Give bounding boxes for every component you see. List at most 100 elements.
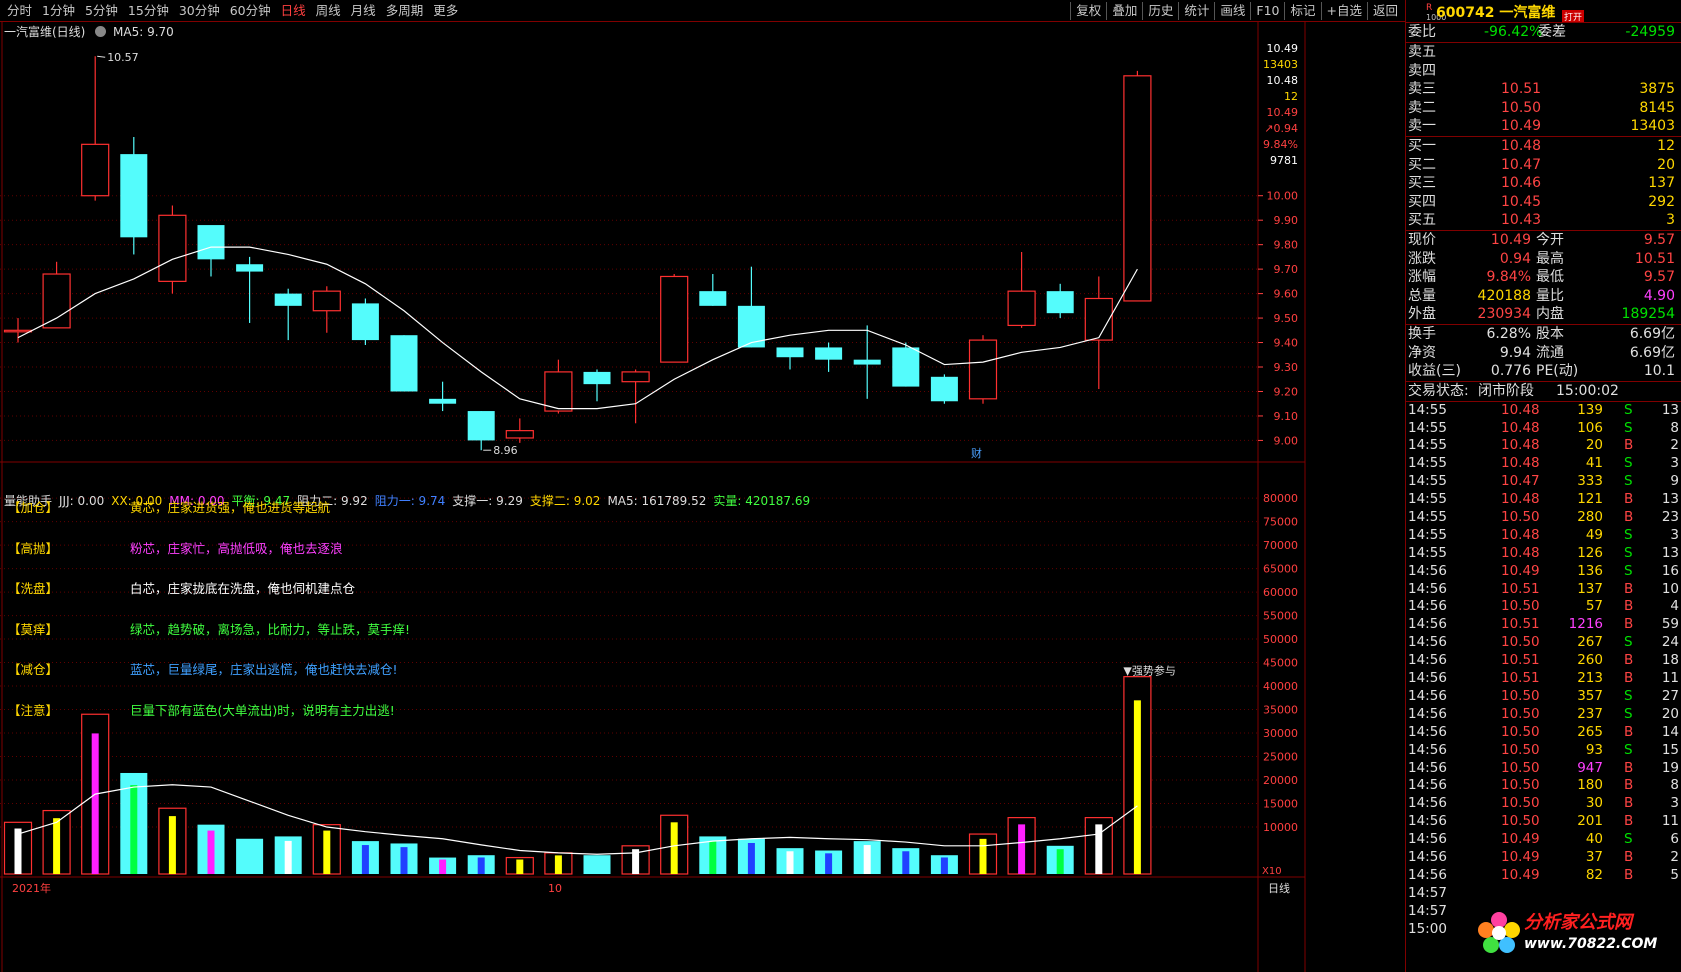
action-button-7[interactable]: +自选	[1320, 2, 1367, 20]
tick-row[interactable]: 14:55 10.48 139 S 13	[1406, 402, 1681, 420]
candle-body	[1084, 297, 1113, 341]
tick-row[interactable]: 14:56 10.50 947 B 19	[1406, 760, 1681, 778]
period-tab-8[interactable]: 月线	[346, 2, 381, 20]
tick-row[interactable]: 14:55 10.48 121 B 13	[1406, 491, 1681, 509]
quote-value: 6.69亿	[1629, 325, 1675, 342]
tick-row[interactable]: 14:55 10.48 126 S 13	[1406, 545, 1681, 563]
tick-n: 18	[1661, 652, 1679, 669]
action-button-4[interactable]: 画线	[1214, 2, 1250, 20]
tick-t: 14:55	[1408, 509, 1447, 526]
tick-row[interactable]: 14:55 10.48 106 S 8	[1406, 420, 1681, 438]
tick-t: 14:56	[1408, 813, 1447, 830]
tick-row[interactable]: 14:56 10.49 37 B 2	[1406, 849, 1681, 867]
period-tab-0[interactable]: 分时	[2, 2, 37, 20]
period-tab-2[interactable]: 5分钟	[80, 2, 123, 20]
buy-level-4: 买四 10.45 292	[1406, 193, 1681, 212]
tick-d: S	[1624, 562, 1633, 579]
level-price: 10.49	[1501, 118, 1542, 135]
action-button-3[interactable]: 统计	[1178, 2, 1214, 20]
candle-body	[505, 430, 534, 439]
tick-d: B	[1624, 723, 1634, 740]
tick-row[interactable]: 14:55 10.48 41 S 3	[1406, 455, 1681, 473]
tick-row[interactable]: 14:57	[1406, 885, 1681, 903]
tick-p: 10.49	[1501, 848, 1540, 865]
price-top-label: ↗0.94	[1264, 122, 1298, 135]
quote-row: 现价 10.49 今开 9.57	[1406, 231, 1681, 250]
tick-row[interactable]: 14:56 10.50 237 S 20	[1406, 706, 1681, 724]
tick-row[interactable]: 14:56 10.50 30 B 3	[1406, 795, 1681, 813]
quote-value: 10.49	[1490, 231, 1531, 248]
tick-v: 213	[1577, 670, 1603, 687]
tick-row[interactable]: 14:56 10.50 180 B 8	[1406, 777, 1681, 795]
tick-row[interactable]: 14:56 10.49 136 S 16	[1406, 563, 1681, 581]
quote-value: 189254	[1621, 306, 1675, 323]
tick-p: 10.50	[1501, 759, 1540, 776]
tick-row[interactable]: 14:55 10.47 333 S 9	[1406, 473, 1681, 491]
indicator-value-8: 支撑二: 9.02	[529, 494, 601, 508]
trade-status: 交易状态: 闭市阶段 15:00:02	[1406, 380, 1681, 401]
quote-value: 230934	[1477, 306, 1531, 323]
tick-row[interactable]: 14:56 10.51 1216 B 59	[1406, 616, 1681, 634]
period-tab-6[interactable]: 日线	[276, 2, 311, 20]
action-button-6[interactable]: 标记	[1284, 2, 1320, 20]
tick-row[interactable]: 14:56 10.49 40 S 6	[1406, 831, 1681, 849]
tick-n: 23	[1661, 509, 1679, 526]
legend-tag: 【莫痒】	[8, 621, 59, 637]
volume-core	[207, 830, 215, 874]
volume-tick: 75000	[1263, 516, 1298, 529]
price-top-label: 10.49	[1267, 42, 1299, 55]
tick-row[interactable]: 14:56 10.50 357 S 27	[1406, 688, 1681, 706]
tick-d: S	[1624, 634, 1633, 651]
period-tab-5[interactable]: 60分钟	[225, 2, 276, 20]
tick-row[interactable]: 14:56 10.50 201 B 11	[1406, 813, 1681, 831]
ma-toggle-icon[interactable]	[95, 26, 107, 37]
tick-row[interactable]: 14:55 10.48 20 B 2	[1406, 437, 1681, 455]
action-button-1[interactable]: 叠加	[1106, 2, 1142, 20]
candle-body	[429, 398, 457, 404]
flower-logo-icon	[1478, 912, 1520, 953]
tick-row[interactable]: 14:56 10.51 137 B 10	[1406, 581, 1681, 599]
volume-core	[400, 847, 408, 874]
volume-core	[284, 840, 292, 874]
period-tab-4[interactable]: 30分钟	[174, 2, 225, 20]
stock-code: 600742 一汽富维	[1436, 5, 1556, 21]
legend-text: 巨量下部有蓝色(大单流出)时，说明有主力出逃!	[130, 702, 395, 718]
price-top-label: 9781	[1270, 154, 1298, 167]
chart-panel[interactable]: 10.00 9.90 9.80 9.70 9.60 9.50 9.40 9.30 9.20 9.1…	[0, 22, 1405, 972]
action-button-5[interactable]: F10	[1250, 2, 1284, 20]
period-tab-1[interactable]: 1分钟	[37, 2, 80, 20]
period-tab-3[interactable]: 15分钟	[123, 2, 174, 20]
period-tab-7[interactable]: 周线	[311, 2, 346, 20]
tick-row[interactable]: 14:56 10.50 57 B 4	[1406, 598, 1681, 616]
quote-label: PE(动)	[1536, 363, 1579, 380]
tick-p: 10.50	[1501, 705, 1540, 722]
period-label: 日线	[1268, 881, 1290, 895]
tick-row[interactable]: 14:56 10.50 265 B 14	[1406, 724, 1681, 742]
level-label: 卖四	[1408, 62, 1436, 79]
period-tab-10[interactable]: 更多	[428, 2, 463, 20]
tick-t: 15:00	[1408, 920, 1447, 937]
tick-row[interactable]: 14:55 10.50 280 B 23	[1406, 509, 1681, 527]
tick-row[interactable]: 14:56 10.50 267 S 24	[1406, 634, 1681, 652]
volume-core	[902, 851, 910, 874]
tick-t: 14:56	[1408, 777, 1447, 794]
site-logo: 分析家公式网	[1524, 912, 1632, 933]
quote-label: 流通	[1536, 344, 1564, 361]
tick-n: 59	[1661, 616, 1679, 633]
tick-n: 5	[1670, 866, 1679, 883]
period-tab-9[interactable]: 多周期	[381, 2, 429, 20]
tick-list[interactable]: 14:55 10.48 139 S 13 14:55 10.48 106 S 8 14:55 10.4…	[1406, 400, 1681, 939]
action-button-2[interactable]: 历史	[1142, 2, 1178, 20]
volume-core	[130, 785, 138, 874]
candle-body	[42, 273, 71, 329]
action-button-0[interactable]: 复权	[1070, 2, 1106, 20]
candle-body	[815, 347, 843, 360]
tick-row[interactable]: 14:56 10.49 82 B 5	[1406, 867, 1681, 885]
tick-row[interactable]: 14:55 10.48 49 S 3	[1406, 527, 1681, 545]
tick-row[interactable]: 14:56 10.51 260 B 18	[1406, 652, 1681, 670]
tick-t: 14:55	[1408, 544, 1447, 561]
tick-row[interactable]: 14:56 10.50 93 S 15	[1406, 742, 1681, 760]
tick-p: 10.51	[1501, 580, 1540, 597]
action-button-8[interactable]: 返回	[1366, 2, 1403, 20]
tick-row[interactable]: 14:56 10.51 213 B 11	[1406, 670, 1681, 688]
